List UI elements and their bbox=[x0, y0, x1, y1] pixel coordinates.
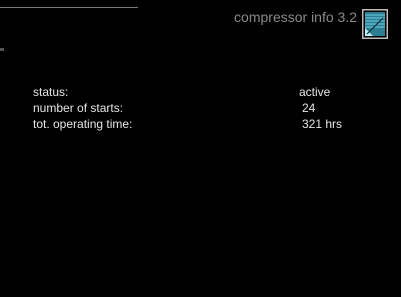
operating-time-row: tot. operating time: 321 hrs bbox=[33, 117, 393, 132]
number-of-starts-row: number of starts: 24 bbox=[33, 101, 393, 116]
operating-time-value: 321 hrs bbox=[302, 117, 343, 131]
compressor-info-list: status: active number of starts: 24 tot.… bbox=[33, 85, 393, 133]
display-screen: compressor info 3.2 status: active numbe… bbox=[0, 0, 401, 297]
page-title: compressor info 3.2 bbox=[234, 9, 357, 25]
menu-book-icon[interactable] bbox=[362, 9, 388, 39]
status-label: status: bbox=[33, 85, 69, 99]
number-of-starts-label: number of starts: bbox=[33, 101, 124, 115]
scroll-edge-marker bbox=[0, 48, 4, 51]
operating-time-label: tot. operating time: bbox=[33, 117, 133, 131]
header-divider bbox=[0, 7, 138, 8]
number-of-starts-value: 24 bbox=[302, 101, 316, 115]
status-value: active bbox=[299, 85, 331, 99]
status-row: status: active bbox=[33, 85, 393, 100]
